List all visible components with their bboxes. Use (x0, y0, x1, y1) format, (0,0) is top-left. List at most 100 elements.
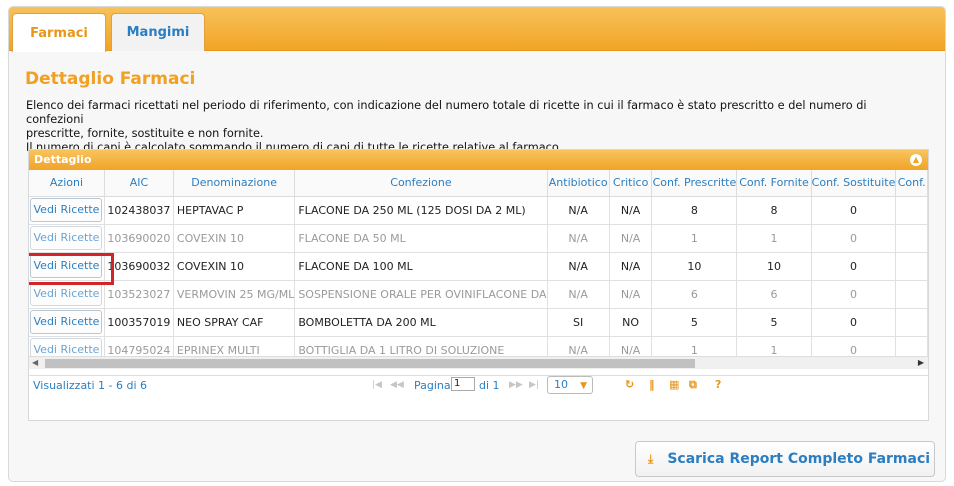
denominazione-cell: NEO SPRAY CAF (173, 308, 296, 337)
download-report-button[interactable]: ⤓ Scarica Report Completo Farmaci (635, 441, 935, 477)
table-row: Vedi Ricette 102438037 HEPTAVAC P FLACON… (29, 196, 928, 225)
fornite-cell: 8 (736, 196, 812, 225)
prescritte-cell: 5 (651, 308, 738, 337)
confezione-cell: FLACONE DA 100 ML (294, 252, 548, 281)
actions-cell: Vedi Ricette (29, 308, 105, 337)
aic-cell: 103523027 (104, 280, 174, 309)
tab-bar: Farmaci Mangimi (9, 7, 945, 52)
scroll-left-icon[interactable]: ◀ (32, 358, 38, 367)
aic-cell: 100357019 (104, 308, 174, 337)
column-header-conf-sostituite[interactable]: Conf. Sostituite (811, 170, 897, 197)
scroll-right-icon[interactable]: ▶ (918, 358, 924, 367)
table-row: Vedi Ricette 100357019 NEO SPRAY CAF BOM… (29, 308, 928, 337)
prev-page-icon[interactable]: ◀◀ (390, 380, 404, 390)
sostituite-cell: 0 (811, 280, 897, 309)
pager: Visualizzati 1 - 6 di 6 |◀ ◀◀ Pagina 1 d… (29, 372, 928, 420)
records-info: Visualizzati 1 - 6 di 6 (33, 379, 148, 392)
sostituite-cell: 0 (811, 196, 897, 225)
export-icon[interactable]: ▦ (669, 378, 679, 391)
last-page-icon[interactable]: ▶| (529, 380, 539, 390)
critico-cell: N/A (609, 224, 653, 253)
first-page-icon[interactable]: |◀ (372, 380, 382, 390)
sostituite-cell: 0 (811, 252, 897, 281)
grid-table-area: Azioni AIC Denominazione Confezione Anti… (29, 170, 928, 376)
aic-cell: 103690032 (104, 252, 174, 281)
prescritte-cell: 1 (651, 224, 738, 253)
column-header-critico[interactable]: Critico (609, 170, 653, 197)
table-row: Vedi Ricette 103523027 VERMOVIN 25 MG/ML… (29, 280, 928, 309)
help-icon[interactable]: ? (715, 378, 721, 391)
popout-icon[interactable]: ⧉ (689, 378, 697, 392)
actions-cell: Vedi Ricette (29, 196, 105, 225)
columns-icon[interactable]: ‖ (649, 378, 655, 391)
fornite-cell: 1 (736, 224, 812, 253)
description-line: Elenco dei farmaci ricettati nel periodo… (26, 99, 867, 126)
page-title: Dettaglio Farmaci (25, 69, 196, 89)
table-header-row: Azioni AIC Denominazione Confezione Anti… (29, 170, 928, 197)
critico-cell: N/A (609, 196, 653, 225)
refresh-icon[interactable]: ↻ (625, 378, 634, 391)
column-header-conf-fornite[interactable]: Conf. Fornite (736, 170, 812, 197)
critico-cell: N/A (609, 280, 653, 309)
column-header-conf-more[interactable]: Conf. (895, 170, 928, 197)
extra-cell (895, 252, 928, 281)
table-row: Vedi Ricette 103690032 COVEXIN 10 FLACON… (29, 252, 928, 281)
column-header-denominazione[interactable]: Denominazione (173, 170, 296, 197)
table-row: Vedi Ricette 103690020 COVEXIN 10 FLACON… (29, 224, 928, 253)
chevron-down-icon: ▼ (580, 381, 587, 391)
actions-cell: Vedi Ricette (29, 224, 105, 253)
column-header-confezione[interactable]: Confezione (294, 170, 548, 197)
aic-cell: 102438037 (104, 196, 174, 225)
vedi-ricette-button[interactable]: Vedi Ricette (30, 226, 103, 250)
confezione-cell: FLACONE DA 250 ML (125 DOSI DA 2 ML) (294, 196, 548, 225)
confezione-cell: FLACONE DA 50 ML (294, 224, 548, 253)
page-input[interactable]: 1 (451, 377, 475, 391)
tab-farmaci[interactable]: Farmaci (12, 13, 106, 52)
main-panel: Farmaci Mangimi Dettaglio Farmaci Elenco… (8, 6, 946, 482)
description: Elenco dei farmaci ricettati nel periodo… (26, 99, 926, 155)
fornite-cell: 5 (736, 308, 812, 337)
description-line: prescritte, fornite, sostituite e non fo… (26, 127, 264, 140)
confezione-cell: SOSPENSIONE ORALE PER OVINIFLACONE DA (294, 280, 548, 309)
fornite-cell: 10 (736, 252, 812, 281)
aic-cell: 103690020 (104, 224, 174, 253)
antibiotico-cell: SI (547, 308, 610, 337)
critico-cell: N/A (609, 252, 653, 281)
fornite-cell: 6 (736, 280, 812, 309)
extra-cell (895, 196, 928, 225)
antibiotico-cell: N/A (547, 280, 610, 309)
vedi-ricette-button[interactable]: Vedi Ricette (30, 310, 103, 334)
grid-caption: Dettaglio (34, 153, 92, 166)
grid-caption-bar: Dettaglio ▲ (29, 150, 928, 170)
vedi-ricette-button[interactable]: Vedi Ricette (30, 198, 103, 222)
antibiotico-cell: N/A (547, 224, 610, 253)
page-count: di 1 (479, 379, 500, 392)
detail-table: Azioni AIC Denominazione Confezione Anti… (29, 170, 928, 365)
scrollbar-thumb[interactable] (45, 359, 695, 368)
detail-grid: Dettaglio ▲ Azioni AIC Denominazione Con… (28, 149, 929, 421)
prescritte-cell: 8 (651, 196, 738, 225)
denominazione-cell: COVEXIN 10 (173, 224, 296, 253)
horizontal-scrollbar[interactable]: ◀ ▶ (29, 356, 928, 369)
vedi-ricette-button[interactable]: Vedi Ricette (30, 282, 103, 306)
critico-cell: NO (609, 308, 653, 337)
tab-mangimi[interactable]: Mangimi (111, 13, 205, 51)
column-header-conf-prescritte[interactable]: Conf. Prescritte (651, 170, 738, 197)
column-header-azioni[interactable]: Azioni (29, 170, 105, 197)
extra-cell (895, 308, 928, 337)
confezione-cell: BOMBOLETTA DA 200 ML (294, 308, 548, 337)
collapse-icon[interactable]: ▲ (910, 154, 922, 166)
highlight-box (29, 253, 114, 285)
antibiotico-cell: N/A (547, 196, 610, 225)
prescritte-cell: 6 (651, 280, 738, 309)
next-page-icon[interactable]: ▶▶ (509, 380, 523, 390)
extra-cell (895, 280, 928, 309)
column-header-aic[interactable]: AIC (104, 170, 174, 197)
column-header-antibiotico[interactable]: Antibiotico (547, 170, 610, 197)
denominazione-cell: HEPTAVAC P (173, 196, 296, 225)
page-size-select[interactable]: 10 ▼ (547, 376, 593, 394)
sostituite-cell: 0 (811, 224, 897, 253)
denominazione-cell: COVEXIN 10 (173, 252, 296, 281)
download-report-label: Scarica Report Completo Farmaci (667, 451, 931, 467)
page-size-value: 10 (554, 378, 568, 391)
